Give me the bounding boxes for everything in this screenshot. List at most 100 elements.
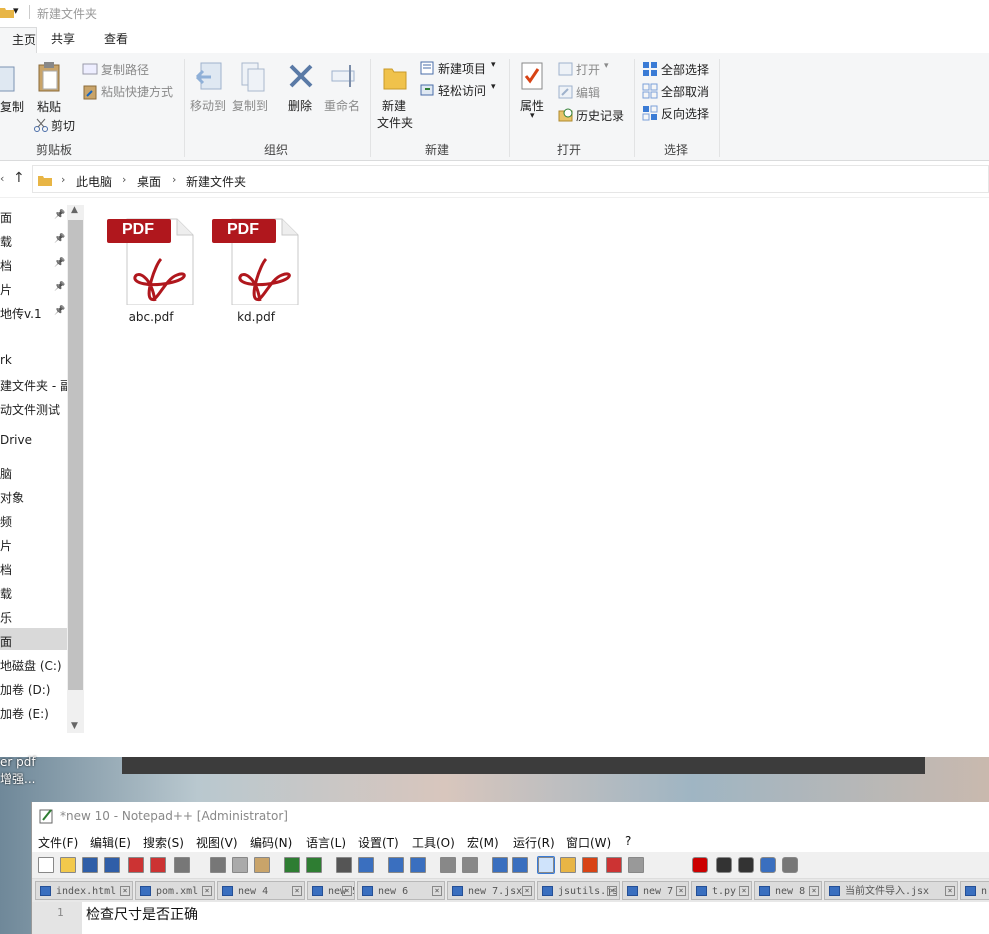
stop-icon[interactable] — [716, 857, 732, 873]
nav-item[interactable]: 脑 — [0, 465, 12, 482]
npp-tab[interactable]: 当前文件导入.jsx × — [824, 881, 958, 900]
properties-dropdown-icon[interactable]: ▾ — [530, 111, 535, 121]
copy-path-button[interactable]: 复制路径 — [101, 61, 149, 78]
new-folder-button[interactable]: 新建 — [382, 97, 406, 114]
up-arrow-icon[interactable]: ↑ — [13, 170, 25, 186]
edit-button[interactable]: 编辑 — [576, 84, 600, 101]
find-icon[interactable] — [336, 857, 352, 873]
nav-item[interactable]: 动文件测试 — [0, 401, 60, 418]
nav-item[interactable]: Drive — [0, 433, 32, 447]
npp-tab[interactable]: pom.xml × — [135, 881, 215, 900]
undo-icon[interactable] — [284, 857, 300, 873]
npp-menu-item[interactable]: 文件(F) — [38, 834, 78, 851]
replace-icon[interactable] — [358, 857, 374, 873]
nav-item[interactable]: 面 — [0, 633, 12, 650]
pin-icon[interactable]: 📌 — [54, 258, 65, 268]
editor-line-text[interactable]: 检查尺寸是否正确 — [86, 904, 198, 924]
new-item-dropdown-icon[interactable]: ▾ — [491, 60, 496, 70]
breadcrumb-new-folder[interactable]: 新建文件夹 — [186, 173, 246, 190]
cut-button[interactable]: 剪切 — [51, 117, 75, 134]
breadcrumb-this-pc[interactable]: 此电脑 — [76, 173, 112, 190]
new-folder-button-line2[interactable]: 文件夹 — [377, 114, 413, 131]
pin-icon[interactable]: 📌 — [54, 306, 65, 316]
npp-menu-item[interactable]: 搜索(S) — [143, 834, 184, 851]
open-button[interactable]: 打开 — [576, 61, 600, 78]
open-file-icon[interactable] — [60, 857, 76, 873]
nav-item[interactable]: rk — [0, 353, 12, 367]
npp-tab[interactable]: new 6 × — [357, 881, 445, 900]
save-macro-icon[interactable] — [782, 857, 798, 873]
select-none-button[interactable]: 全部取消 — [661, 83, 709, 100]
tab-share[interactable]: 共享 — [51, 29, 75, 49]
npp-tab[interactable]: t.py × — [691, 881, 752, 900]
npp-menu-item[interactable]: 编辑(E) — [90, 834, 131, 851]
play-icon[interactable] — [738, 857, 754, 873]
npp-tab[interactable]: new 8 × — [754, 881, 822, 900]
move-to-button[interactable]: 移动到 — [190, 97, 226, 114]
paste-icon[interactable] — [254, 857, 270, 873]
indent-guide-icon[interactable] — [537, 856, 555, 874]
close-tab-icon[interactable]: × — [739, 886, 749, 896]
nav-item[interactable]: 档 — [0, 257, 12, 274]
doc-map-icon[interactable] — [560, 857, 576, 873]
npp-menu-item[interactable]: 窗口(W) — [566, 834, 611, 851]
file-item-kd[interactable]: PDF kd.pdf — [208, 213, 304, 324]
invert-selection-button[interactable]: 反向选择 — [661, 105, 709, 122]
npp-editor[interactable]: 1 检查尺寸是否正确 — [32, 902, 989, 934]
open-dropdown-icon[interactable]: ▾ — [604, 61, 609, 71]
npp-tab[interactable]: new 5× — [307, 881, 355, 900]
paste-button[interactable]: 粘贴 — [37, 98, 61, 115]
nav-scrollbar-thumb[interactable] — [68, 220, 83, 690]
sync-h-icon[interactable] — [462, 857, 478, 873]
npp-menu-item[interactable]: 宏(M) — [467, 834, 499, 851]
tab-view[interactable]: 查看 — [104, 29, 128, 49]
close-tab-icon[interactable]: × — [292, 886, 302, 896]
npp-tab[interactable]: jsutils.js × — [537, 881, 620, 900]
copy-icon[interactable] — [232, 857, 248, 873]
nav-item[interactable]: 频 — [0, 513, 12, 530]
copy-to-button[interactable]: 复制到 — [232, 97, 268, 114]
easy-access-button[interactable]: 轻松访问 — [438, 82, 486, 99]
npp-menu-item[interactable]: 视图(V) — [196, 834, 238, 851]
redo-icon[interactable] — [306, 857, 322, 873]
paste-shortcut-button[interactable]: 粘贴快捷方式 — [101, 83, 173, 100]
delete-button[interactable]: 删除 — [288, 97, 312, 114]
save-icon[interactable] — [82, 857, 98, 873]
close-tab-icon[interactable]: × — [676, 886, 686, 896]
history-button[interactable]: 历史记录 — [576, 107, 624, 124]
copy-button[interactable]: 复制 — [0, 98, 24, 115]
print-icon[interactable] — [174, 857, 190, 873]
record-icon[interactable] — [692, 857, 708, 873]
npp-menu-item[interactable]: 编码(N) — [250, 834, 292, 851]
nav-item[interactable]: 片 — [0, 281, 12, 298]
save-all-icon[interactable] — [104, 857, 120, 873]
easy-access-dropdown-icon[interactable]: ▾ — [491, 82, 496, 92]
show-all-icon[interactable] — [512, 857, 528, 873]
npp-menu-item[interactable]: ? — [625, 834, 631, 848]
nav-item[interactable]: 地传v.1 — [0, 305, 42, 322]
quick-access-dropdown-icon[interactable]: ▾ — [13, 4, 19, 17]
close-tab-icon[interactable]: × — [522, 886, 532, 896]
close-tab-icon[interactable]: × — [342, 886, 352, 896]
wrap-icon[interactable] — [492, 857, 508, 873]
cut-icon[interactable] — [210, 857, 226, 873]
nav-item[interactable]: 载 — [0, 585, 12, 602]
rename-button[interactable]: 重命名 — [324, 97, 360, 114]
new-item-button[interactable]: 新建项目 — [438, 60, 486, 77]
run-multiple-icon[interactable] — [760, 857, 776, 873]
close-tab-icon[interactable]: × — [607, 886, 617, 896]
nav-item[interactable]: 加卷 (E:) — [0, 705, 49, 722]
file-item-abc[interactable]: PDF abc.pdf — [103, 213, 199, 324]
nav-item[interactable]: 地磁盘 (C:) — [0, 657, 62, 674]
close-all-icon[interactable] — [150, 857, 166, 873]
function-list-icon[interactable] — [582, 857, 598, 873]
close-tab-icon[interactable]: × — [809, 886, 819, 896]
npp-tab[interactable]: index.html × — [35, 881, 133, 900]
npp-tab[interactable]: n — [960, 881, 989, 900]
tab-home[interactable]: 主页 — [0, 27, 37, 54]
breadcrumb-desktop[interactable]: 桌面 — [137, 173, 161, 190]
nav-item[interactable]: 加卷 (D:) — [0, 681, 50, 698]
back-chevron-icon[interactable]: ‹ — [0, 172, 4, 185]
close-tab-icon[interactable]: × — [120, 886, 130, 896]
nav-item[interactable]: 乐 — [0, 609, 12, 626]
